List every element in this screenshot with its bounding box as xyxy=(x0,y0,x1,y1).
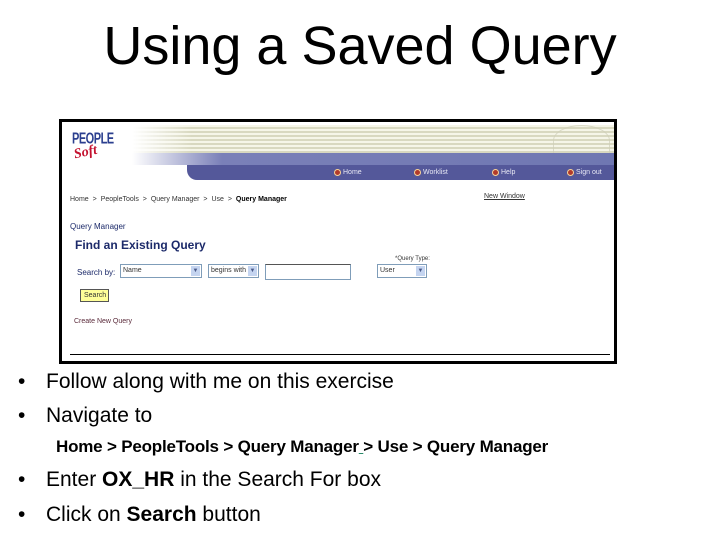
nav-sign-out-label: Sign out xyxy=(576,169,602,176)
chevron-down-icon[interactable]: ▼ xyxy=(191,266,200,276)
query-type-select[interactable]: User ▼ xyxy=(377,264,427,278)
search-by-value: Name xyxy=(123,267,142,274)
breadcrumb-query-manager[interactable]: Query Manager xyxy=(151,196,200,203)
query-type-value: User xyxy=(380,267,395,274)
bullet-text: Click on xyxy=(46,503,127,526)
new-window-link[interactable]: New Window xyxy=(484,193,525,200)
logo-text-soft: Soft xyxy=(72,142,99,163)
sign-out-icon xyxy=(567,169,574,176)
worklist-icon xyxy=(414,169,421,176)
embedded-screenshot: PEOPLE Soft Home Worklist Help Sign out … xyxy=(59,119,617,364)
bullet-item: • Navigate to xyxy=(18,402,152,430)
breadcrumb-separator: > xyxy=(227,196,232,203)
help-icon xyxy=(492,169,499,176)
bullet-marker: • xyxy=(18,404,26,427)
breadcrumb-separator: > xyxy=(142,196,147,203)
search-button[interactable]: Search xyxy=(80,289,109,302)
create-new-query-link[interactable]: Create New Query xyxy=(74,318,132,325)
nav-help-label: Help xyxy=(501,169,516,176)
bullet-text: Navigate to xyxy=(46,404,153,427)
breadcrumb-separator: > xyxy=(203,196,208,203)
nav-sign-out[interactable]: Sign out xyxy=(567,166,602,179)
chevron-down-icon[interactable]: ▼ xyxy=(248,266,257,276)
query-type-label: *Query Type: xyxy=(395,256,430,262)
operator-select[interactable]: begins with ▼ xyxy=(208,264,259,278)
section-label: Query Manager xyxy=(70,222,126,231)
search-by-select[interactable]: Name ▼ xyxy=(120,264,202,278)
bullet-text: in the Search For box xyxy=(174,468,381,491)
bullet-text: Enter xyxy=(46,468,103,491)
slide-title: Using a Saved Query xyxy=(103,16,617,76)
breadcrumb: Home > PeopleTools > Query Manager > Use… xyxy=(70,196,289,203)
home-icon xyxy=(334,169,341,176)
banner-stripes xyxy=(132,125,614,153)
bullet-item: • Enter OX_HR in the Search For box xyxy=(18,466,381,494)
nav-bar xyxy=(187,165,614,180)
bullet-bold-text: OX_HR xyxy=(102,468,175,491)
search-by-label: Search by: xyxy=(77,268,116,277)
bullet-text: Follow along with me on this exercise xyxy=(46,370,394,393)
breadcrumb-use[interactable]: Use xyxy=(211,196,223,203)
bullet-marker: • xyxy=(18,503,26,526)
bullet-item: • Follow along with me on this exercise xyxy=(18,368,394,396)
nav-worklist-label: Worklist xyxy=(423,169,448,176)
breadcrumb-current: Query Manager xyxy=(235,196,287,203)
operator-value: begins with xyxy=(211,267,247,274)
chevron-down-icon[interactable]: ▼ xyxy=(416,266,425,276)
page-title: Find an Existing Query xyxy=(75,238,206,252)
path-text: > Use > Query Manager xyxy=(363,437,549,456)
nav-help[interactable]: Help xyxy=(492,166,515,179)
breadcrumb-peopletools[interactable]: PeopleTools xyxy=(101,196,139,203)
nav-home[interactable]: Home xyxy=(334,166,362,179)
banner-band xyxy=(132,153,614,165)
breadcrumb-home[interactable]: Home xyxy=(70,196,89,203)
bullet-marker: • xyxy=(18,468,26,491)
bullet-item: • Click on Search button xyxy=(18,501,261,529)
bullet-text: button xyxy=(196,503,261,526)
nav-worklist[interactable]: Worklist xyxy=(414,166,448,179)
bullet-bold-text: Search xyxy=(126,503,197,526)
divider xyxy=(70,354,610,355)
path-text: Home > PeopleTools > Query Manager xyxy=(56,437,359,456)
globe-graphic xyxy=(553,125,610,156)
nav-home-label: Home xyxy=(343,169,362,176)
search-input[interactable] xyxy=(265,264,351,280)
bullet-marker: • xyxy=(18,370,26,393)
peoplesoft-logo: PEOPLE Soft xyxy=(72,131,114,171)
breadcrumb-separator: > xyxy=(92,196,97,203)
navigation-path: Home > PeopleTools > Query Manager > Use… xyxy=(56,437,548,457)
